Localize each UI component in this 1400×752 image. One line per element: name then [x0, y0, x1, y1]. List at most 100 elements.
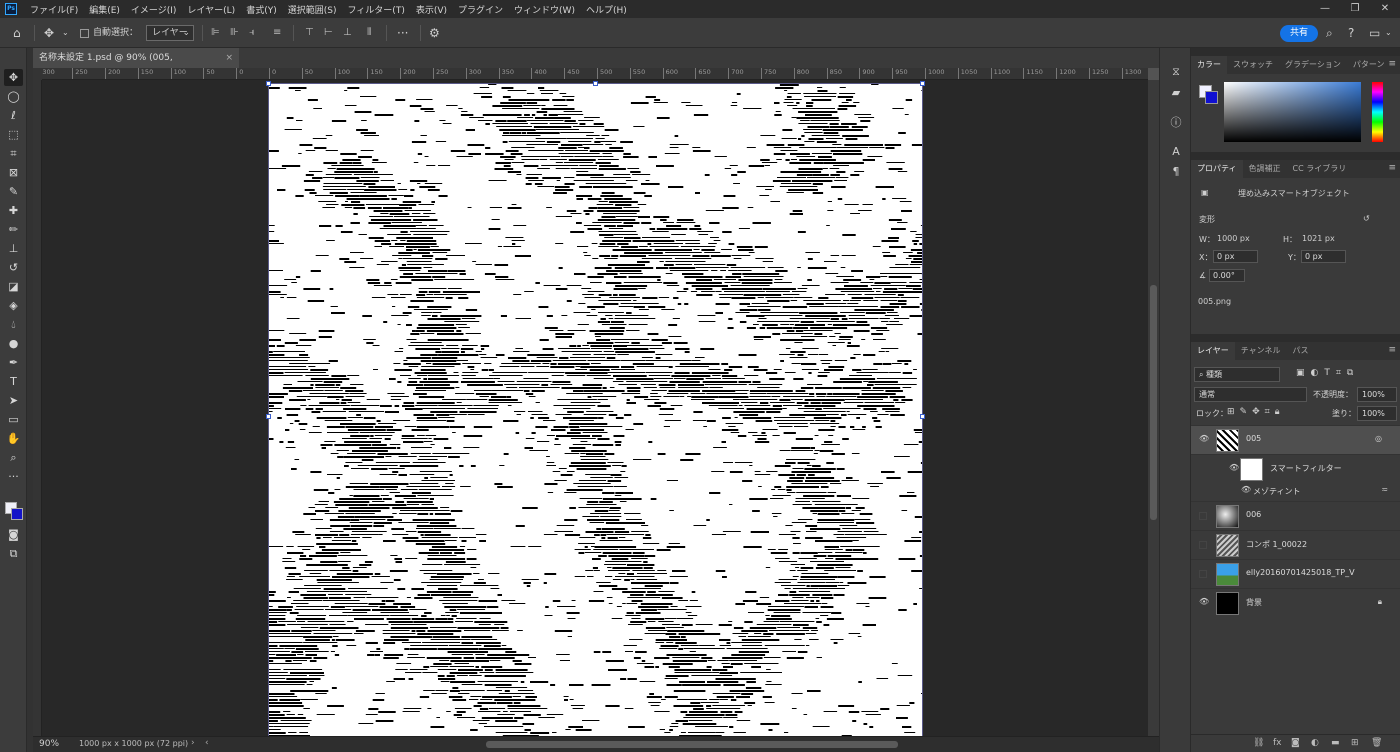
brush-tool-icon[interactable]: ✏ — [4, 221, 23, 238]
transform-handle[interactable] — [593, 81, 598, 86]
transform-handle[interactable] — [266, 81, 271, 86]
info-panel-icon[interactable]: ⓘ — [1168, 115, 1184, 131]
chevron-down-icon[interactable]: ⌄ — [62, 24, 69, 42]
layer-row[interactable]: 👁︎ 背景 🔒︎ — [1191, 588, 1400, 617]
screen-mode-icon[interactable]: ⧉ — [4, 545, 23, 562]
distribute-vertical-icon[interactable]: ≡ — [273, 24, 281, 42]
home-icon[interactable]: ⌂ — [13, 24, 21, 42]
opacity-input[interactable]: 100% — [1357, 387, 1397, 402]
delete-layer-icon[interactable]: 🗑︎ — [1371, 738, 1382, 748]
transform-handle[interactable] — [920, 414, 925, 419]
transform-handle[interactable] — [920, 81, 925, 86]
history-panel-icon[interactable]: ⧖ — [1168, 64, 1184, 80]
ruler-origin[interactable] — [33, 68, 42, 80]
tab-patterns[interactable]: パターン — [1347, 56, 1391, 74]
menu-view[interactable]: 表示(V) — [411, 3, 453, 16]
menu-window[interactable]: ウィンドウ(W) — [509, 3, 581, 16]
close-tab-icon[interactable]: × — [225, 48, 233, 68]
menu-filter[interactable]: フィルター(T) — [342, 3, 410, 16]
auto-select-target-dropdown[interactable]: レイヤー ⌄ — [146, 25, 194, 41]
frame-tool-icon[interactable]: ⊠ — [4, 164, 23, 181]
layer-filter-icons[interactable]: ▣◐T⌗⧉ — [1296, 368, 1359, 378]
blur-tool-icon[interactable]: 💧︎ — [4, 316, 23, 333]
visibility-toggle[interactable] — [1199, 512, 1207, 520]
fill-input[interactable]: 100% — [1357, 406, 1397, 421]
layer-row[interactable]: 👁︎ 005 ◎ — [1191, 425, 1400, 454]
align-bottom-icon[interactable]: ⊥ — [343, 24, 352, 42]
marquee-tool-icon[interactable]: ◯ — [4, 88, 23, 105]
adjustment-layer-icon[interactable]: ◐ — [1311, 738, 1319, 748]
height-value[interactable]: 1021 px — [1302, 234, 1335, 243]
zoom-tool-icon[interactable]: ⌕ — [4, 449, 23, 466]
tab-paths[interactable]: パス — [1287, 342, 1315, 360]
reset-transform-icon[interactable]: ↺ — [1363, 214, 1370, 223]
crop-tool-icon[interactable]: ⌗ — [4, 145, 23, 162]
tab-layers[interactable]: レイヤー — [1191, 342, 1235, 360]
lock-options-icons[interactable]: ⊞✎✥⌗🔒︎ — [1227, 407, 1284, 417]
hand-tool-icon[interactable]: ✋ — [4, 430, 23, 447]
filter-options-icon[interactable]: ≂ — [1381, 485, 1388, 494]
align-left-icon[interactable]: ⊫ — [211, 24, 220, 42]
dodge-tool-icon[interactable]: ● — [4, 335, 23, 352]
vertical-scroll-thumb[interactable] — [1150, 285, 1157, 520]
more-options-icon[interactable]: ··· — [397, 24, 408, 42]
align-middle-icon[interactable]: ⊢ — [324, 24, 333, 42]
blend-mode-dropdown[interactable]: 通常 — [1194, 387, 1307, 402]
visibility-eye-icon[interactable]: 👁︎ — [1199, 434, 1209, 444]
menu-layer[interactable]: レイヤー(L) — [182, 3, 241, 16]
zoom-level[interactable]: 90% — [39, 739, 59, 749]
comments-panel-icon[interactable]: ▰ — [1168, 85, 1184, 101]
background-color-swatch[interactable] — [1205, 91, 1218, 104]
tab-swatches[interactable]: スウォッチ — [1227, 56, 1279, 74]
layer-row[interactable]: コンポ 1_00022 — [1191, 530, 1400, 559]
background-color-swatch[interactable] — [11, 508, 23, 520]
tab-gradients[interactable]: グラデーション — [1279, 56, 1347, 74]
panel-menu-icon[interactable]: ≡ — [1388, 59, 1396, 69]
visibility-eye-icon[interactable]: 👁︎ — [1229, 463, 1239, 473]
align-center-icon[interactable]: ⊪ — [230, 24, 239, 42]
menu-select[interactable]: 選択範囲(S) — [283, 3, 343, 16]
restore-button[interactable]: ❐ — [1340, 0, 1370, 18]
chevron-left-icon[interactable]: ‹ — [205, 738, 209, 748]
move-tool-icon[interactable]: ✥ — [4, 69, 23, 86]
new-group-icon[interactable]: ▬ — [1331, 738, 1340, 748]
rectangle-tool-icon[interactable]: ▭ — [4, 411, 23, 428]
layer-name[interactable]: 005 — [1246, 434, 1261, 443]
layer-name[interactable]: 006 — [1246, 510, 1261, 519]
y-position-input[interactable]: 0 px — [1301, 250, 1346, 263]
layer-style-fx-icon[interactable]: fx — [1273, 738, 1282, 748]
add-mask-icon[interactable]: ◙ — [1291, 738, 1300, 748]
quick-mask-icon[interactable]: ◙ — [4, 526, 23, 543]
clone-stamp-tool-icon[interactable]: ⊥ — [4, 240, 23, 257]
layer-filter-dropdown[interactable]: ⌕ 種類 — [1194, 367, 1280, 382]
layer-name[interactable]: コンポ 1_00022 — [1246, 539, 1307, 550]
path-selection-tool-icon[interactable]: ➤ — [4, 392, 23, 409]
close-window-button[interactable]: ✕ — [1370, 0, 1400, 18]
link-layers-icon[interactable]: ⛓ — [1253, 738, 1264, 748]
panel-menu-icon[interactable]: ≡ — [1388, 163, 1396, 173]
lasso-tool-icon[interactable]: ℓ — [4, 107, 23, 124]
layer-name[interactable]: elly20160701425018_TP_V — [1246, 568, 1355, 577]
transform-handle[interactable] — [266, 414, 271, 419]
document-tab[interactable]: 名称未設定 1.psd @ 90% (005, RGB/8#/CMYK) * × — [33, 48, 239, 83]
character-panel-icon[interactable]: A — [1168, 144, 1184, 160]
chevron-right-icon[interactable]: › — [191, 738, 195, 748]
menu-edit[interactable]: 編集(E) — [84, 3, 126, 16]
move-tool-preset-icon[interactable]: ✥ — [44, 24, 54, 42]
tab-color[interactable]: カラー — [1191, 56, 1227, 74]
width-value[interactable]: 1000 px — [1217, 234, 1250, 243]
layer-row[interactable]: elly20160701425018_TP_V — [1191, 559, 1400, 588]
share-button[interactable]: 共有 — [1280, 25, 1318, 42]
menu-image[interactable]: イメージ(I) — [126, 3, 183, 16]
canvas-area[interactable] — [42, 80, 1148, 736]
auto-select-checkbox[interactable]: 自動選択： — [80, 24, 138, 42]
horizontal-ruler[interactable]: 0 50 100 150 200 250 300 350 400 450 500 550 600 650 7… — [42, 68, 1148, 80]
distribute-horizontal-icon[interactable]: ⦀ — [367, 24, 371, 42]
visibility-toggle[interactable] — [1199, 570, 1207, 578]
menu-help[interactable]: ヘルプ(H) — [581, 3, 633, 16]
tab-properties[interactable]: プロパティ — [1191, 160, 1243, 178]
vertical-scrollbar[interactable] — [1148, 80, 1159, 736]
menu-plugins[interactable]: プラグイン — [453, 3, 509, 16]
visibility-toggle[interactable] — [1199, 541, 1207, 549]
hue-slider[interactable] — [1372, 82, 1383, 142]
